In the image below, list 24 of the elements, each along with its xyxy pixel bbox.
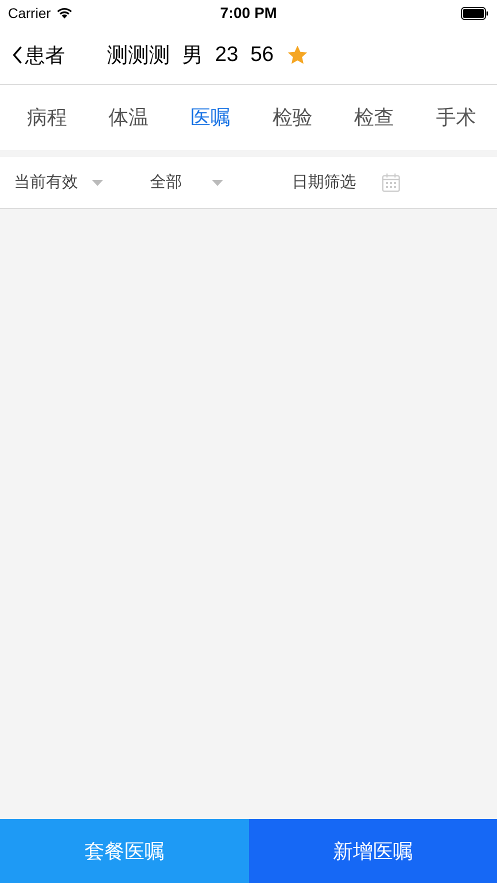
dropdown-arrow-icon [212, 180, 223, 186]
date-filter[interactable]: 日期筛选 [292, 170, 400, 195]
patient-age: 23 [215, 43, 238, 67]
add-order-button[interactable]: 新增医嘱 [248, 819, 497, 883]
dropdown-arrow-icon [92, 180, 103, 186]
star-icon[interactable] [288, 46, 307, 64]
patient-number: 56 [250, 43, 274, 67]
tab[interactable]: 病程 [20, 100, 73, 135]
patient-sex: 男 [182, 43, 203, 69]
tab[interactable]: 体温 [102, 100, 155, 135]
calendar-icon [382, 173, 400, 192]
carrier-text: Carrier [8, 5, 51, 21]
tab[interactable]: 医嘱 [184, 100, 237, 135]
battery-icon [460, 6, 489, 20]
dropdown[interactable]: 当前有效 [14, 170, 150, 195]
back-button[interactable]: 患者 [0, 42, 65, 68]
dropdown[interactable]: 全部 [150, 170, 292, 195]
tab[interactable]: 手术 [430, 100, 482, 135]
tab[interactable]: 检验 [266, 100, 318, 135]
wifi-icon [56, 7, 73, 19]
chevron-left-icon [12, 45, 23, 65]
status-time: 7:00 PM [220, 4, 277, 22]
patient-name: 测测测 [107, 43, 170, 69]
tab[interactable]: 检查 [348, 100, 400, 135]
